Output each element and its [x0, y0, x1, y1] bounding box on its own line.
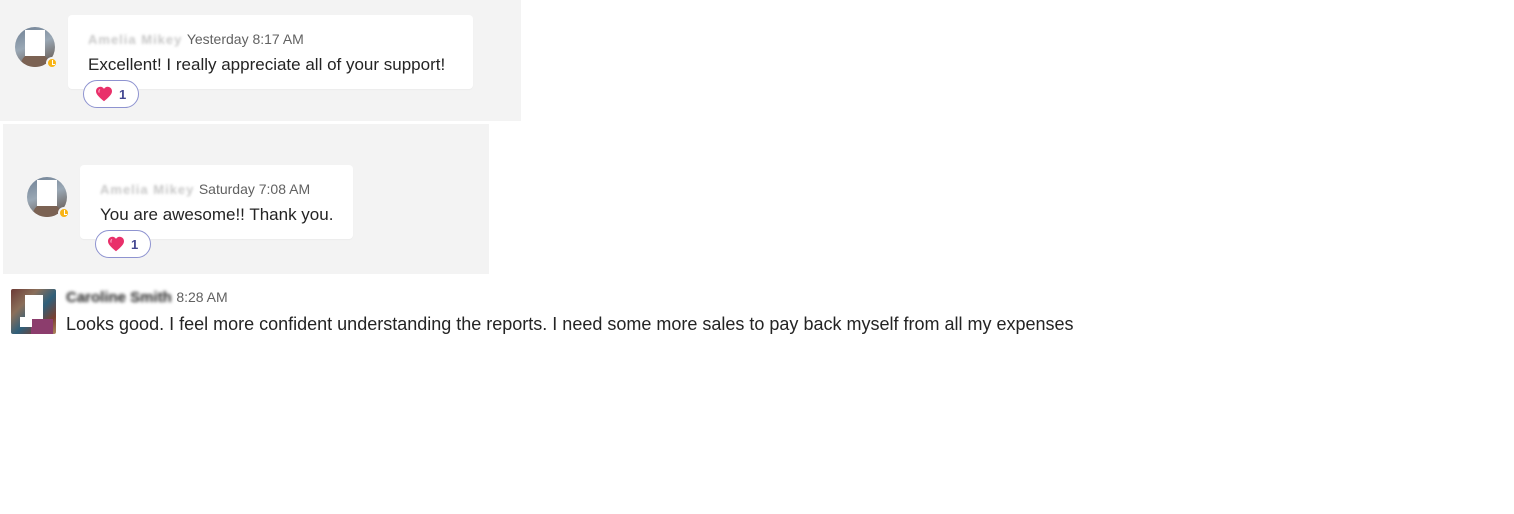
message-header: Caroline Smith 8:28 AM [66, 289, 228, 307]
message-text: Looks good. I feel more confident unders… [66, 314, 1074, 334]
reaction-button[interactable]: 1 [83, 80, 139, 108]
avatar-detail [31, 319, 53, 334]
message-timestamp: Yesterday 8:17 AM [186, 31, 304, 47]
reaction-count: 1 [119, 86, 127, 102]
message-bubble[interactable]: Amelia Mikey Yesterday 8:17 AM Excellent… [68, 15, 473, 89]
message-bubble[interactable]: Amelia Mikey Saturday 7:08 AM You are aw… [80, 165, 353, 239]
reaction-button[interactable]: 1 [95, 230, 151, 258]
heart-icon [108, 236, 124, 252]
avatar-redaction [25, 295, 43, 319]
sender-name: Amelia Mikey [88, 32, 183, 47]
sender-avatar[interactable] [11, 289, 56, 334]
avatar-redaction [25, 30, 45, 56]
sender-name: Caroline Smith [66, 289, 172, 306]
message-text: You are awesome!! Thank you. [100, 205, 334, 224]
message-timestamp: 8:28 AM [176, 289, 228, 305]
sender-avatar[interactable] [27, 177, 70, 219]
message-text: Excellent! I really appreciate all of yo… [88, 55, 446, 74]
avatar-redaction [37, 180, 57, 206]
away-status-icon [46, 57, 58, 69]
message-header: Amelia Mikey Yesterday 8:17 AM [88, 31, 304, 49]
sender-avatar[interactable] [15, 27, 58, 69]
message-timestamp: Saturday 7:08 AM [198, 181, 311, 197]
heart-icon [96, 86, 112, 102]
avatar-redaction [20, 317, 32, 327]
sender-name: Amelia Mikey [100, 182, 195, 197]
message-header: Amelia Mikey Saturday 7:08 AM [100, 181, 310, 199]
chat-thread: Amelia Mikey Yesterday 8:17 AM Excellent… [0, 0, 1514, 514]
away-status-icon [58, 207, 70, 219]
reaction-count: 1 [131, 236, 139, 252]
